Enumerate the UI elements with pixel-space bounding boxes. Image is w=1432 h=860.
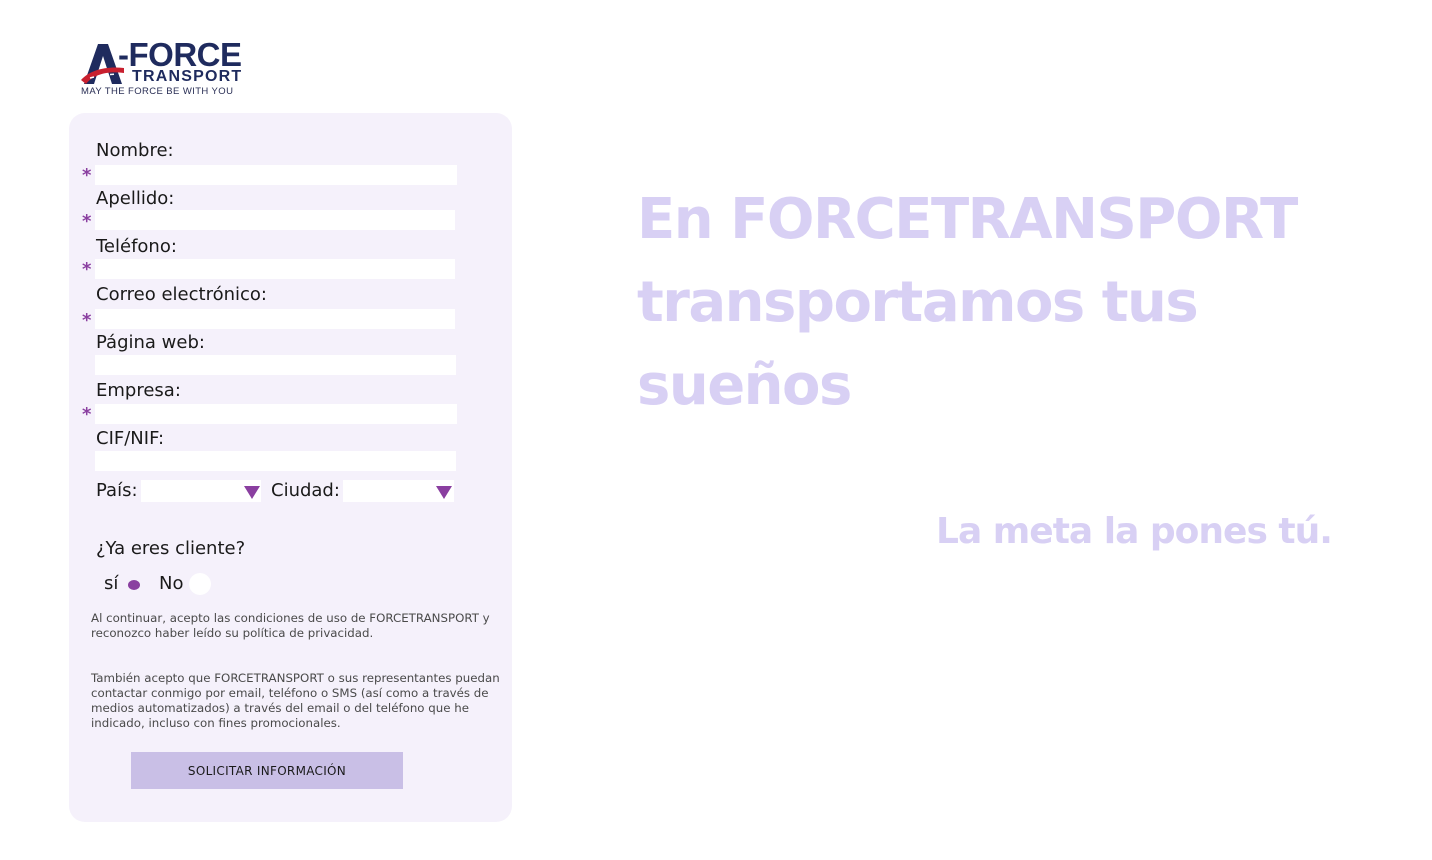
- apellido-required-mark: *: [82, 211, 92, 232]
- radio-no[interactable]: [189, 573, 211, 595]
- empresa-input[interactable]: [95, 404, 457, 424]
- correo-input[interactable]: [95, 309, 455, 329]
- logo-tagline: MAY THE FORCE BE WITH YOU: [81, 86, 234, 97]
- nombre-label: Nombre:: [96, 140, 174, 161]
- radio-si[interactable]: [128, 580, 140, 590]
- pais-dropdown-arrow-icon[interactable]: [244, 486, 260, 499]
- cif-nif-label: CIF/NIF:: [96, 428, 165, 449]
- legal-contact-consent-text: También acepto que FORCETRANSPORT o sus …: [91, 671, 500, 730]
- apellido-label: Apellido:: [96, 188, 175, 209]
- hero-tagline: La meta la pones tú.: [936, 511, 1333, 552]
- ciudad-label: Ciudad:: [271, 480, 340, 501]
- correo-required-mark: *: [82, 310, 92, 331]
- ciudad-dropdown-arrow-icon[interactable]: [436, 486, 452, 499]
- telefono-required-mark: *: [82, 259, 92, 280]
- telefono-input[interactable]: [95, 259, 455, 279]
- pais-label: País:: [96, 480, 138, 501]
- radio-no-label[interactable]: No: [159, 573, 183, 595]
- apellido-input[interactable]: [95, 210, 455, 230]
- logo-transport-text: TRANSPORT: [132, 68, 243, 85]
- solicitar-informacion-button[interactable]: SOLICITAR INFORMACIÓN: [131, 752, 403, 789]
- correo-label: Correo electrónico:: [96, 284, 267, 305]
- pais-select[interactable]: [141, 480, 261, 502]
- cif-nif-input[interactable]: [95, 451, 456, 471]
- page: -FORCE TRANSPORT MAY THE FORCE BE WITH Y…: [0, 0, 1432, 860]
- client-question-label: ¿Ya eres cliente?: [96, 538, 246, 559]
- pagina-web-input[interactable]: [95, 355, 456, 375]
- legal-terms-text: Al continuar, acepto las condiciones de …: [91, 611, 490, 640]
- hero-headline: En FORCETRANSPORT transportamos tus sueñ…: [637, 187, 1298, 418]
- empresa-label: Empresa:: [96, 380, 181, 401]
- pagina-web-label: Página web:: [96, 332, 205, 353]
- empresa-required-mark: *: [82, 404, 92, 425]
- logo-force-text: -FORCE: [118, 36, 242, 73]
- radio-si-label[interactable]: sí: [104, 573, 118, 595]
- brand-logo[interactable]: -FORCE TRANSPORT MAY THE FORCE BE WITH Y…: [80, 38, 260, 100]
- nombre-required-mark: *: [82, 165, 92, 186]
- nombre-input[interactable]: [95, 165, 457, 185]
- telefono-label: Teléfono:: [96, 236, 177, 257]
